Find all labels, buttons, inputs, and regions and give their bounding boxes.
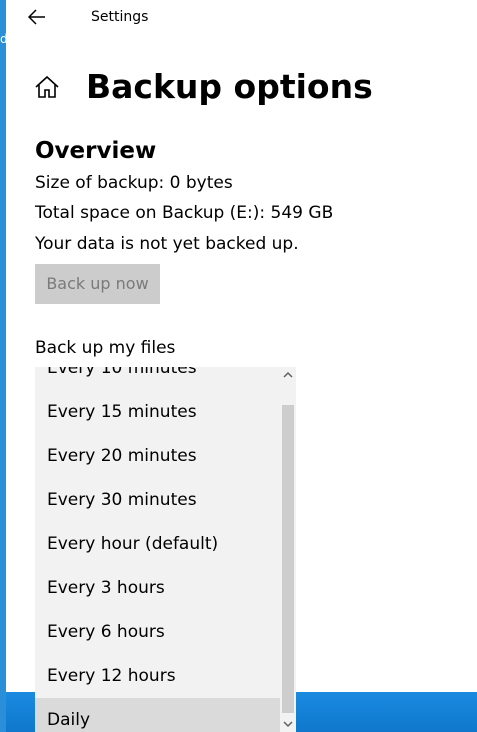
scrollbar-thumb[interactable] [282, 405, 294, 713]
backup-status-text: Your data is not yet backed up. [35, 234, 299, 254]
total-space-text: Total space on Backup (E:): 549 GB [35, 203, 334, 223]
page-title: Backup options [86, 67, 373, 106]
back-up-now-button[interactable]: Back up now [35, 264, 160, 304]
chevron-down-icon [283, 721, 293, 728]
option-every-15-minutes[interactable]: Every 15 minutes [35, 390, 280, 434]
option-every-10-minutes[interactable]: Every 10 minutes [35, 367, 280, 390]
dropdown-options: Every 10 minutes Every 15 minutes Every … [35, 367, 280, 732]
option-every-30-minutes[interactable]: Every 30 minutes [35, 478, 280, 522]
back-arrow-icon [28, 9, 45, 25]
option-every-6-hours[interactable]: Every 6 hours [35, 610, 280, 654]
scroll-up-button[interactable] [280, 367, 296, 383]
home-icon [35, 75, 59, 98]
option-daily[interactable]: Daily [35, 698, 280, 732]
backup-size-text: Size of backup: 0 bytes [35, 173, 233, 193]
back-button[interactable] [22, 4, 52, 30]
back-up-my-files-label: Back up my files [35, 338, 176, 358]
option-every-hour[interactable]: Every hour (default) [35, 522, 280, 566]
option-every-12-hours[interactable]: Every 12 hours [35, 654, 280, 698]
title-bar: Settings [6, 0, 477, 34]
scroll-down-button[interactable] [280, 716, 296, 732]
window-title: Settings [91, 9, 149, 25]
option-every-3-hours[interactable]: Every 3 hours [35, 566, 280, 610]
dropdown-scrollbar[interactable] [280, 367, 296, 732]
overview-heading: Overview [35, 138, 157, 164]
backup-frequency-dropdown-list[interactable]: Every 10 minutes Every 15 minutes Every … [35, 367, 296, 732]
chevron-up-icon [283, 371, 293, 378]
option-every-20-minutes[interactable]: Every 20 minutes [35, 434, 280, 478]
